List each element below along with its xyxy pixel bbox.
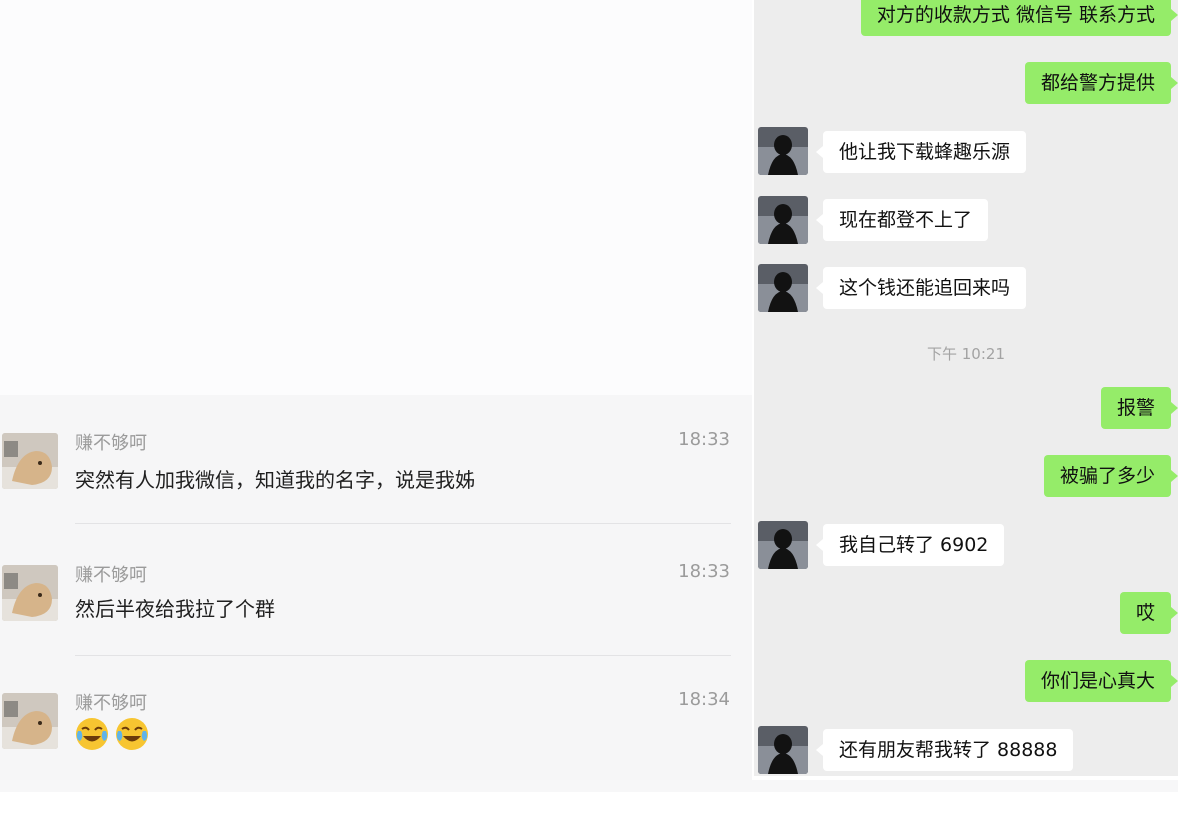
divider — [75, 655, 731, 656]
message-bubble-received: 他让我下载蜂趣乐源 — [815, 131, 1027, 173]
message-time: 18:33 — [678, 429, 730, 450]
avatar — [2, 693, 58, 749]
contact-name: 赚不够呵 — [75, 565, 147, 586]
conversation-list: 赚不够呵 18:33 突然有人加我微信，知道我的名字，说是我姊 赚不够呵 18:… — [0, 395, 752, 780]
cry-laugh-emoji — [116, 718, 148, 750]
avatar — [2, 433, 58, 489]
list-item[interactable]: 赚不够呵 18:34 — [0, 689, 752, 821]
avatar — [758, 196, 808, 244]
contact-name: 赚不够呵 — [75, 433, 147, 454]
divider — [75, 523, 731, 524]
message-bubble-received: 这个钱还能追回来吗 — [815, 267, 1027, 309]
contact-name: 赚不够呵 — [75, 693, 147, 714]
message-bubble-sent: 报警 — [1100, 387, 1178, 429]
list-item[interactable]: 赚不够呵 18:33 突然有人加我微信，知道我的名字，说是我姊 — [0, 427, 752, 557]
message-bubble-sent: 对方的收款方式 微信号 联系方式 — [860, 0, 1178, 36]
message-bubble-received: 我自己转了 6902 — [815, 524, 1005, 566]
avatar — [758, 726, 808, 774]
bottom-strip — [0, 780, 1178, 792]
message-time: 18:33 — [678, 561, 730, 582]
avatar — [2, 565, 58, 621]
list-item[interactable]: 赚不够呵 18:33 然后半夜给我拉了个群 — [0, 559, 752, 689]
cry-laugh-emoji — [76, 718, 108, 750]
message-bubble-sent: 被骗了多少 — [1043, 455, 1178, 497]
message-bubble-received: 现在都登不上了 — [815, 199, 989, 241]
message-bubble-sent: 都给警方提供 — [1024, 62, 1178, 104]
empty-area — [0, 0, 752, 395]
conversation-list-panel: 赚不够呵 18:33 突然有人加我微信，知道我的名字，说是我姊 赚不够呵 18:… — [0, 0, 752, 792]
message-bubble-received: 还有朋友帮我转了 88888 — [815, 729, 1074, 771]
avatar — [758, 127, 808, 175]
message-preview: 然后半夜给我拉了个群 — [75, 597, 275, 621]
avatar — [758, 521, 808, 569]
message-time: 18:34 — [678, 689, 730, 710]
message-preview: 突然有人加我微信，知道我的名字，说是我姊 — [75, 468, 475, 492]
chat-timestamp: 下午 10:21 — [927, 345, 1005, 363]
message-preview — [75, 717, 155, 751]
message-bubble-sent: 你们是心真大 — [1024, 660, 1178, 702]
chat-panel: 对方的收款方式 微信号 联系方式 都给警方提供 他让我下载蜂趣乐源 现在都登不上… — [754, 0, 1178, 776]
message-bubble-sent: 哎 — [1119, 592, 1178, 634]
avatar — [758, 264, 808, 312]
